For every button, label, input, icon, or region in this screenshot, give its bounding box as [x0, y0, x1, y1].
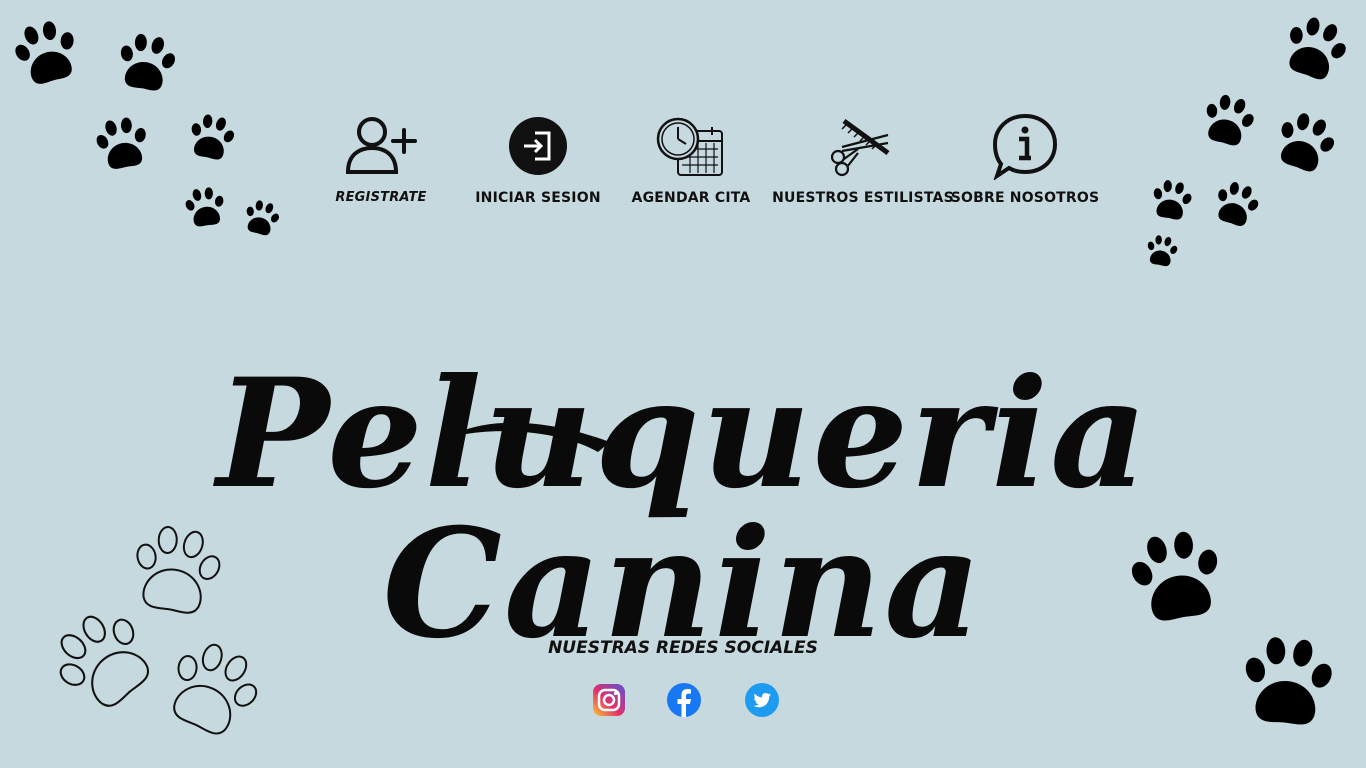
paw-icon — [242, 196, 282, 238]
nav-item-appointment[interactable]: AGENDAR CITA — [606, 110, 776, 210]
paw-icon — [1280, 12, 1352, 82]
nav-label: AGENDAR CITA — [631, 190, 751, 206]
paw-icon — [1143, 232, 1181, 268]
facebook-icon[interactable] — [666, 682, 702, 718]
paw-icon — [10, 14, 82, 89]
paw-icon — [186, 110, 238, 163]
page-title: Peluqueria Canina — [216, 345, 1150, 672]
nav-label: REGISTRATE — [335, 190, 427, 205]
nav-label: NUESTROS ESTILISTAS — [772, 190, 954, 206]
clock-calendar-icon — [651, 110, 731, 182]
nav-item-login[interactable]: INICIAR SESION — [453, 110, 623, 210]
paw-icon — [1210, 178, 1264, 228]
nav-item-register[interactable]: REGISTRATE — [296, 110, 466, 210]
paw-icon — [92, 113, 152, 172]
paw-icon — [114, 29, 180, 94]
add-user-icon — [341, 110, 421, 182]
title-swash-decoration — [464, 422, 610, 452]
scissors-comb-icon — [823, 110, 903, 182]
twitter-icon[interactable] — [744, 682, 780, 718]
paw-icon — [1198, 90, 1260, 148]
paw-icon — [1148, 177, 1196, 222]
social-title: NUESTRAS REDES SOCIALES — [548, 638, 818, 658]
info-chat-icon — [985, 110, 1065, 182]
nav-label: SOBRE NOSOTROS — [950, 190, 1100, 206]
paw-icon — [182, 184, 228, 229]
paw-icon — [1272, 108, 1340, 174]
instagram-icon[interactable] — [591, 682, 627, 718]
nav-label: INICIAR SESION — [475, 190, 601, 206]
nav-item-stylists[interactable]: NUESTROS ESTILISTAS — [772, 110, 954, 210]
login-icon — [498, 110, 578, 182]
nav-item-about[interactable]: SOBRE NOSOTROS — [940, 110, 1110, 210]
